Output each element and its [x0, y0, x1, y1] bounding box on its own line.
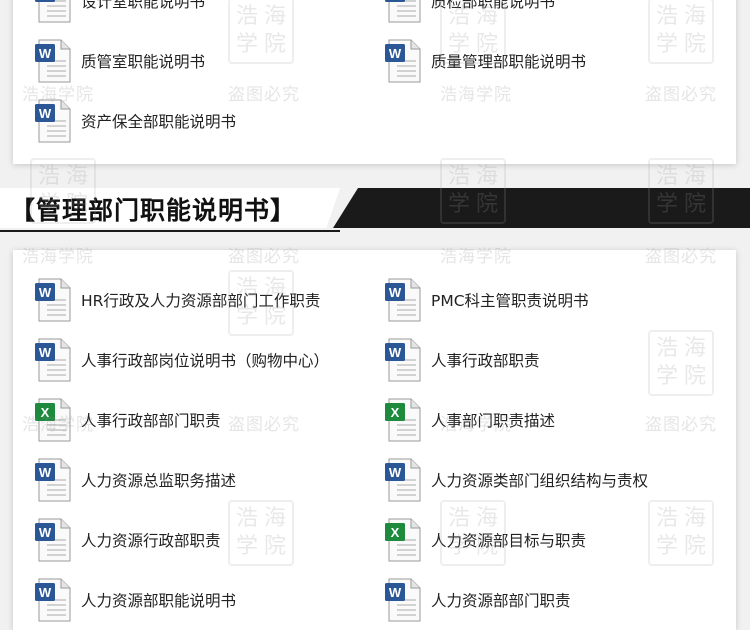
- file-item[interactable]: W 人力资源行政部职责: [35, 517, 221, 563]
- file-item[interactable]: X 人力资源部目标与职责: [385, 517, 586, 563]
- word-document-icon: W: [35, 0, 71, 23]
- watermark-seal-char: 浩: [655, 164, 678, 189]
- file-label: 资产保全部职能说明书: [81, 113, 237, 131]
- svg-text:W: W: [39, 525, 52, 540]
- word-document-icon: W: [35, 578, 71, 622]
- file-label: 人事行政部职责: [431, 352, 540, 370]
- file-label: 人力资源行政部职责: [81, 532, 221, 550]
- file-label: 人事部门职责描述: [431, 412, 556, 430]
- file-item[interactable]: W 人力资源部部门职责: [385, 577, 571, 623]
- banner-underline: [0, 230, 340, 232]
- file-label: 设计室职能说明书: [81, 0, 206, 11]
- svg-text:W: W: [389, 465, 402, 480]
- watermark-seal-char: 浩: [37, 164, 60, 189]
- word-document-icon: W: [35, 518, 71, 562]
- file-item[interactable]: X 人事行政部部门职责: [35, 397, 221, 443]
- word-document-icon: W: [35, 99, 71, 143]
- file-item[interactable]: W 设计室职能说明书: [35, 0, 205, 24]
- file-label: 人事行政部岗位说明书（购物中心）: [81, 352, 330, 370]
- svg-text:W: W: [39, 345, 52, 360]
- file-label: 质管室职能说明书: [81, 53, 206, 71]
- file-item[interactable]: W 质检部职能说明书: [385, 0, 555, 24]
- svg-text:X: X: [391, 405, 400, 420]
- file-label: 质检部职能说明书: [431, 0, 556, 11]
- file-label: 人力资源部职能说明书: [81, 592, 237, 610]
- word-document-icon: W: [385, 39, 421, 83]
- section-banner: 【管理部门职能说明书】: [0, 188, 750, 228]
- svg-text:W: W: [389, 345, 402, 360]
- file-item[interactable]: W 人力资源总监职务描述: [35, 457, 236, 503]
- file-item[interactable]: W HR行政及人力资源部部门工作职责: [35, 277, 320, 323]
- file-item[interactable]: W 质管室职能说明书: [35, 38, 205, 84]
- word-document-icon: W: [385, 578, 421, 622]
- watermark-seal-char: 海: [475, 164, 498, 189]
- svg-text:W: W: [389, 0, 402, 1]
- svg-text:W: W: [39, 46, 52, 61]
- watermark-seal-char: 海: [65, 164, 88, 189]
- file-item[interactable]: W PMC科主管职责说明书: [385, 277, 589, 323]
- svg-text:W: W: [39, 0, 52, 1]
- file-label: PMC科主管职责说明书: [431, 292, 589, 310]
- svg-text:W: W: [39, 585, 52, 600]
- file-item[interactable]: W 人事行政部职责: [385, 337, 540, 383]
- word-document-icon: W: [385, 458, 421, 502]
- top-file-panel: W 设计室职能说明书 W 质检部职能说明书 W 质管室职能说明书 W 质量管理部…: [13, 0, 736, 164]
- excel-document-icon: X: [35, 398, 71, 442]
- svg-text:W: W: [389, 285, 402, 300]
- excel-document-icon: X: [385, 518, 421, 562]
- file-label: HR行政及人力资源部部门工作职责: [81, 292, 321, 310]
- svg-text:W: W: [39, 465, 52, 480]
- word-document-icon: W: [35, 458, 71, 502]
- word-document-icon: W: [385, 0, 421, 23]
- file-item[interactable]: X 人事部门职责描述: [385, 397, 555, 443]
- svg-text:W: W: [39, 106, 52, 121]
- banner-decoration: [333, 188, 750, 228]
- word-document-icon: W: [35, 39, 71, 83]
- watermark-seal-char: 浩: [447, 164, 470, 189]
- section-title: 【管理部门职能说明书】: [10, 196, 297, 225]
- file-label: 人力资源总监职务描述: [81, 472, 237, 490]
- file-item[interactable]: W 资产保全部职能说明书: [35, 98, 236, 144]
- svg-text:X: X: [41, 405, 50, 420]
- file-item[interactable]: W 人力资源类部门组织结构与责权: [385, 457, 648, 503]
- file-label: 人事行政部部门职责: [81, 412, 221, 430]
- svg-text:W: W: [39, 285, 52, 300]
- svg-text:W: W: [389, 46, 402, 61]
- file-item[interactable]: W 人力资源部职能说明书: [35, 577, 236, 623]
- word-document-icon: W: [385, 338, 421, 382]
- file-label: 人力资源类部门组织结构与责权: [431, 472, 649, 490]
- word-document-icon: W: [35, 338, 71, 382]
- excel-document-icon: X: [385, 398, 421, 442]
- file-label: 人力资源部目标与职责: [431, 532, 587, 550]
- svg-text:W: W: [389, 585, 402, 600]
- file-item[interactable]: W 质量管理部职能说明书: [385, 38, 586, 84]
- svg-text:X: X: [391, 525, 400, 540]
- bottom-file-panel: W HR行政及人力资源部部门工作职责 W PMC科主管职责说明书 W 人事行政部…: [13, 250, 736, 630]
- file-item[interactable]: W 人事行政部岗位说明书（购物中心）: [35, 337, 329, 383]
- watermark-seal-char: 海: [683, 164, 706, 189]
- word-document-icon: W: [385, 278, 421, 322]
- word-document-icon: W: [35, 278, 71, 322]
- file-label: 人力资源部部门职责: [431, 592, 571, 610]
- file-label: 质量管理部职能说明书: [431, 53, 587, 71]
